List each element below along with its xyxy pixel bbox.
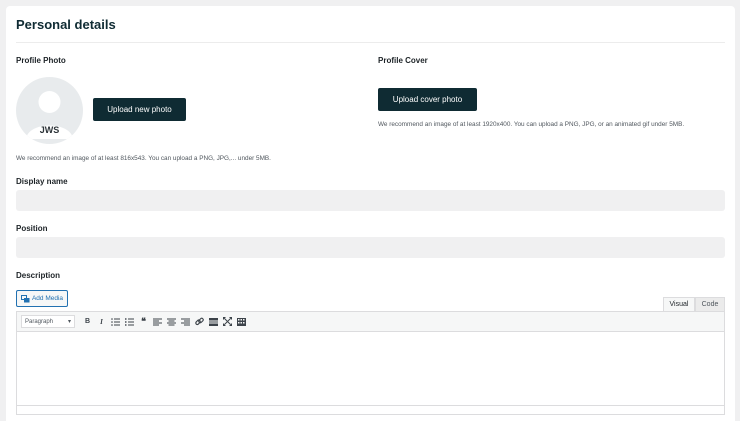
position-input[interactable] [16, 237, 725, 258]
italic-icon[interactable]: I [96, 316, 107, 327]
read-more-icon[interactable] [208, 316, 219, 327]
upload-cover-button[interactable]: Upload cover photo [378, 88, 477, 111]
title-divider [16, 42, 725, 43]
avatar[interactable]: JWS [16, 77, 83, 144]
format-select[interactable]: Paragraph ▾ [21, 315, 75, 328]
add-media-button[interactable]: Add Media [16, 290, 68, 307]
format-select-value: Paragraph [25, 318, 54, 325]
upload-photo-button[interactable]: Upload new photo [93, 98, 186, 121]
tab-code[interactable]: Code [695, 297, 725, 311]
link-icon[interactable] [194, 316, 205, 327]
editor-status-divider [17, 405, 724, 406]
section-title: Personal details [16, 17, 116, 32]
align-left-icon[interactable] [152, 316, 163, 327]
add-media-icon [20, 294, 30, 302]
avatar-initials: JWS [39, 125, 60, 135]
align-right-icon[interactable] [180, 316, 191, 327]
fullscreen-icon[interactable] [222, 316, 233, 327]
display-name-label: Display name [16, 177, 68, 186]
display-name-input[interactable] [16, 190, 725, 211]
add-media-label: Add Media [31, 295, 64, 302]
profile-photo-label: Profile Photo [16, 56, 66, 65]
description-editor[interactable]: Paragraph ▾ B I ❝ [16, 311, 725, 415]
position-label: Position [16, 224, 48, 233]
numbered-list-icon[interactable] [124, 316, 135, 327]
profile-cover-hint: We recommend an image of at least 1920x4… [378, 121, 685, 128]
bullet-list-icon[interactable] [110, 316, 121, 327]
chevron-down-icon: ▾ [67, 319, 71, 325]
profile-cover-label: Profile Cover [378, 56, 428, 65]
blockquote-icon[interactable]: ❝ [138, 316, 149, 327]
tab-visual[interactable]: Visual [663, 297, 695, 311]
align-center-icon[interactable] [166, 316, 177, 327]
editor-toolbar: Paragraph ▾ B I ❝ [17, 312, 724, 332]
bold-icon[interactable]: B [82, 316, 93, 327]
description-label: Description [16, 271, 61, 280]
toolbar-toggle-icon[interactable] [236, 316, 247, 327]
profile-photo-hint: We recommend an image of at least 816x54… [16, 155, 271, 162]
